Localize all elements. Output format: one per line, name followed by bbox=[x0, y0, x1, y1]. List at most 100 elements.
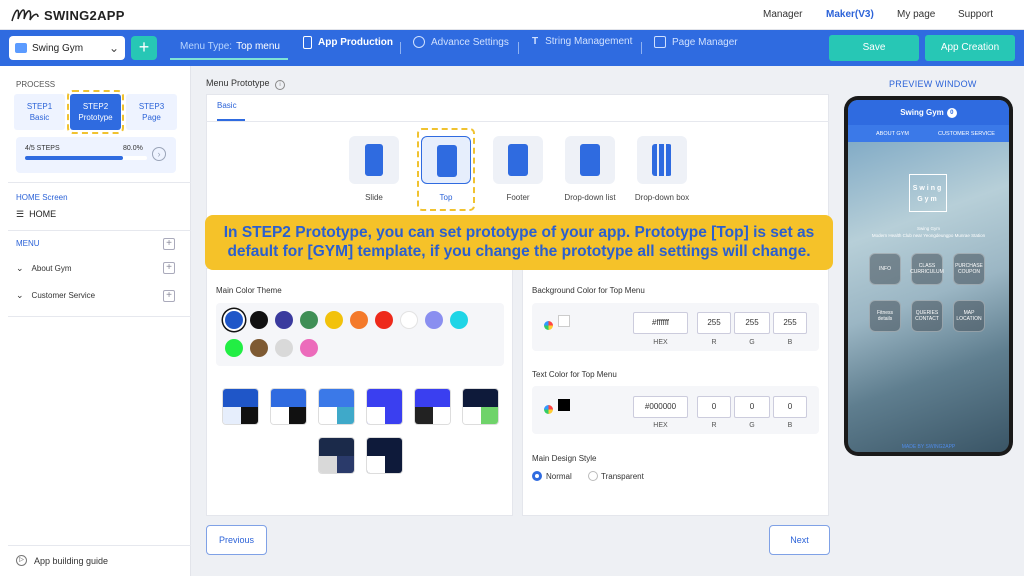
home-item-label: HOME bbox=[29, 209, 57, 219]
theme-option[interactable] bbox=[414, 388, 451, 425]
color-wheel-icon[interactable] bbox=[544, 405, 553, 414]
nav-support[interactable]: Support bbox=[958, 9, 993, 20]
preview-btn-queries[interactable]: QUERIES CONTACT bbox=[911, 300, 943, 332]
menu-type-value: Top menu bbox=[236, 41, 280, 52]
add-app-button[interactable]: + bbox=[131, 36, 157, 60]
b-caption: B bbox=[787, 339, 793, 346]
color-swatch[interactable] bbox=[275, 339, 293, 357]
prototype-footer[interactable] bbox=[493, 136, 543, 184]
preview-btn-map[interactable]: MAP LOCATION bbox=[953, 300, 985, 332]
color-swatch[interactable] bbox=[375, 311, 393, 329]
color-swatch[interactable] bbox=[400, 311, 418, 329]
preview-btn-class[interactable]: CLASS CURRICULUM bbox=[910, 253, 944, 285]
color-swatch[interactable] bbox=[250, 311, 268, 329]
color-swatch[interactable] bbox=[225, 339, 243, 357]
next-button[interactable]: Next bbox=[769, 525, 830, 555]
g-caption: G bbox=[749, 422, 755, 429]
step1-button[interactable]: STEP1 Basic bbox=[14, 94, 65, 130]
prototype-dropdown-list[interactable] bbox=[565, 136, 615, 184]
theme-option[interactable] bbox=[462, 388, 499, 425]
tab-page-manager-label: Page Manager bbox=[672, 36, 738, 48]
play-icon: ▷ bbox=[16, 555, 27, 566]
app-building-guide-link[interactable]: ▷ App building guide bbox=[16, 555, 108, 566]
preview-menu-about[interactable]: ABOUT GYM bbox=[876, 131, 909, 137]
bg-color-chip[interactable] bbox=[558, 315, 570, 327]
color-swatch[interactable] bbox=[325, 311, 343, 329]
theme-option[interactable] bbox=[318, 388, 355, 425]
tab-advance-settings[interactable]: Advance Settings bbox=[413, 36, 509, 48]
menu-item-about-gym[interactable]: ⌄ About Gym bbox=[16, 263, 72, 274]
progress-label: 4/5 STEPS bbox=[25, 145, 60, 152]
text-g-input[interactable]: 0 bbox=[734, 396, 770, 418]
preview-btn-fitness[interactable]: Fitness details bbox=[869, 300, 901, 332]
theme-option[interactable] bbox=[318, 437, 355, 474]
prototype-dropdown-box[interactable] bbox=[637, 136, 687, 184]
tab-string-management[interactable]: T String Management bbox=[532, 36, 632, 47]
text-color-label: Text Color for Top Menu bbox=[532, 370, 617, 379]
add-submenu-icon[interactable]: + bbox=[163, 290, 175, 302]
prototype-label: Slide bbox=[365, 193, 383, 202]
preview-btn-label: details bbox=[877, 316, 893, 322]
theme-option[interactable] bbox=[366, 437, 403, 474]
text-color-chip[interactable] bbox=[558, 399, 570, 411]
phone-icon bbox=[303, 36, 312, 49]
bg-g-input[interactable]: 255 bbox=[734, 312, 770, 334]
preview-menu-customer-service[interactable]: CUSTOMER SERVICE bbox=[938, 131, 995, 137]
color-swatch[interactable] bbox=[425, 311, 443, 329]
color-swatch[interactable] bbox=[350, 311, 368, 329]
color-swatch[interactable] bbox=[225, 311, 243, 329]
preview-btn-info[interactable]: INFO bbox=[869, 253, 901, 285]
hex-caption: HEX bbox=[653, 339, 668, 346]
preview-btn-purchase[interactable]: PURCHASE COUPON bbox=[953, 253, 985, 285]
menu-type-label: Menu Type: bbox=[180, 41, 233, 52]
theme-option[interactable] bbox=[366, 388, 403, 425]
color-swatch[interactable] bbox=[300, 339, 318, 357]
text-r-input[interactable]: 0 bbox=[697, 396, 731, 418]
preview-btn-label: CONTACT bbox=[915, 316, 939, 322]
page-list-icon bbox=[654, 36, 666, 48]
tab-page-manager[interactable]: Page Manager bbox=[654, 36, 738, 48]
step3-label: Page bbox=[142, 113, 161, 122]
chevron-down-icon: ⌄ bbox=[16, 290, 24, 300]
color-swatch[interactable] bbox=[300, 311, 318, 329]
app-selector[interactable]: Swing Gym ⌄ bbox=[9, 36, 125, 60]
preview-top-menu: ABOUT GYM CUSTOMER SERVICE bbox=[848, 125, 1009, 142]
chevron-right-icon[interactable]: › bbox=[152, 147, 166, 161]
tab-app-production[interactable]: App Production bbox=[303, 36, 393, 49]
main-color-theme-label: Main Color Theme bbox=[216, 286, 282, 295]
theme-option[interactable] bbox=[270, 388, 307, 425]
color-swatch[interactable] bbox=[450, 311, 468, 329]
nav-maker[interactable]: Maker(V3) bbox=[826, 9, 874, 20]
nav-my-page[interactable]: My page bbox=[897, 9, 935, 20]
app-creation-button[interactable]: App Creation bbox=[925, 35, 1015, 61]
radio-transparent[interactable] bbox=[588, 471, 598, 481]
tab-basic[interactable]: Basic bbox=[217, 101, 245, 121]
bg-r-input[interactable]: 255 bbox=[697, 312, 731, 334]
menu-item-customer-service[interactable]: ⌄ Customer Service bbox=[16, 290, 95, 301]
menu-type-indicator[interactable]: Menu Type: Top menu bbox=[170, 36, 288, 60]
nav-manager[interactable]: Manager bbox=[763, 9, 802, 20]
previous-button[interactable]: Previous bbox=[206, 525, 267, 555]
menu-item-label: About Gym bbox=[31, 264, 72, 273]
theme-option[interactable] bbox=[222, 388, 259, 425]
text-hex-input[interactable]: #000000 bbox=[633, 396, 688, 418]
divider bbox=[641, 42, 642, 54]
add-menu-icon[interactable]: + bbox=[163, 238, 175, 250]
design-style-label: Main Design Style bbox=[532, 454, 597, 463]
prototype-slide[interactable] bbox=[349, 136, 399, 184]
menu-item-label: Customer Service bbox=[31, 291, 96, 300]
save-button[interactable]: Save bbox=[829, 35, 919, 61]
bg-hex-input[interactable]: #ffffff bbox=[633, 312, 688, 334]
add-submenu-icon[interactable]: + bbox=[163, 262, 175, 274]
app-selector-label: Swing Gym bbox=[32, 42, 84, 54]
color-swatch[interactable] bbox=[275, 311, 293, 329]
bg-b-input[interactable]: 255 bbox=[773, 312, 807, 334]
color-swatch[interactable] bbox=[250, 339, 268, 357]
color-wheel-icon[interactable] bbox=[544, 321, 553, 330]
step3-button[interactable]: STEP3 Page bbox=[126, 94, 177, 130]
radio-normal[interactable] bbox=[532, 471, 542, 481]
divider bbox=[8, 316, 191, 317]
text-b-input[interactable]: 0 bbox=[773, 396, 807, 418]
info-icon[interactable]: i bbox=[275, 80, 286, 90]
home-item[interactable]: ☰ HOME bbox=[16, 209, 56, 220]
